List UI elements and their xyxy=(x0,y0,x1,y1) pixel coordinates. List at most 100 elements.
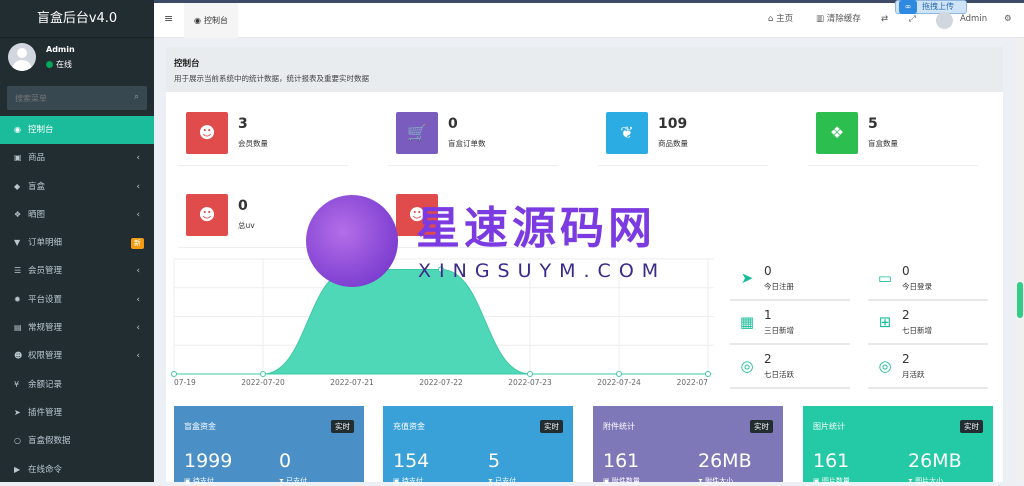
box-sub-label: 附件大小 xyxy=(705,477,734,485)
sidebar-item[interactable]: ✹ 平台设置 ‹ xyxy=(0,286,154,314)
dropbox-icon: ❖ xyxy=(14,209,22,219)
home-label: 主页 xyxy=(776,14,794,24)
terminal-icon: ▶ xyxy=(14,464,21,474)
sidebar-item-label: 余额记录 xyxy=(28,379,63,390)
box-title: 图片统计 xyxy=(813,422,845,431)
box-sub-primary: ▣ 图片数量 xyxy=(813,476,850,486)
mini-stat-value: 0 xyxy=(764,264,772,278)
sidebar-item-label: 常规管理 xyxy=(28,323,63,334)
box-sub-icon: ▣ xyxy=(393,477,402,485)
x-tick-label: 2022-07-20 xyxy=(241,378,285,387)
users-icon: ☻ xyxy=(14,351,23,361)
sidebar-item-label: 订单明细 xyxy=(28,238,63,249)
mini-stat-value: 2 xyxy=(902,352,910,366)
x-tick-label: 2022-07-23 xyxy=(508,378,552,387)
sidebar-item-label: 会员管理 xyxy=(28,266,63,277)
box-value-primary: 161 xyxy=(813,450,850,472)
sidebar-item-label: 控制台 xyxy=(28,125,54,135)
list-icon: ☰ xyxy=(14,266,22,276)
sidebar-item[interactable]: ¥ 余额记录 xyxy=(0,371,154,399)
x-tick-label: 2022-07-24 xyxy=(597,378,641,387)
data-point[interactable] xyxy=(616,371,622,377)
fullscreen-icon[interactable]: ⤢ xyxy=(909,3,916,38)
sidebar-item[interactable]: ▶ 在线命令 xyxy=(0,456,154,484)
scrollbar[interactable] xyxy=(1016,38,1024,482)
home-link[interactable]: ⌂ 主页 xyxy=(768,3,793,38)
app-title[interactable]: 盲盒后台v4.0 xyxy=(0,0,154,38)
data-point[interactable] xyxy=(171,371,177,377)
sidebar-item[interactable]: ○ 盲盒假数据 xyxy=(0,427,154,455)
page-header: 控制台 用于展示当前系统中的统计数据，统计报表及重要实时数据 xyxy=(166,47,1003,92)
mini-stat-value: 2 xyxy=(902,308,910,322)
box-title: 附件统计 xyxy=(603,422,635,431)
mini-stat-value: 2 xyxy=(764,352,772,366)
watermark-subtext: XINGSUYM.COM xyxy=(418,260,667,282)
sidebar-item-label: 平台设置 xyxy=(28,294,63,305)
sidebar-item-label: 插件管理 xyxy=(28,407,63,418)
sidebar-item[interactable]: ◆ 盲盒 ‹ xyxy=(0,173,154,201)
box-sub-label: 图片大小 xyxy=(915,477,944,485)
language-icon[interactable]: ⇄ xyxy=(881,3,888,38)
box-value-primary: 161 xyxy=(603,450,640,472)
x-tick-label: 07-19 xyxy=(174,378,196,387)
shopping-bag-icon: ▣ xyxy=(14,153,22,163)
sidebar-item-label: 在线命令 xyxy=(28,464,63,475)
user-name: Admin xyxy=(46,45,75,54)
sidebar-item-label: 商品 xyxy=(28,153,46,164)
clear-cache-button[interactable]: ▥ 清除缓存 xyxy=(816,3,861,38)
menu-toggle-icon[interactable]: ≡ xyxy=(164,12,173,25)
summary-box: 盲盒资金 实时 1999 0 ▣ 待支付 ⧗ 已支付 xyxy=(174,406,364,485)
sidebar-item[interactable]: ☻ 权限管理 ‹ xyxy=(0,342,154,370)
sidebar-item[interactable]: ▣ 商品 ‹ xyxy=(0,144,154,172)
box-sub-secondary: ⧗ 附件大小 xyxy=(698,476,733,486)
stat-label: 商品数量 xyxy=(658,139,688,148)
sidebar: 盲盒后台v4.0 Admin 在线 ⌕ ◉ 控制台 ▣ 商品 ‹ ◆ 盲盒 ‹ ❖ 晒图 ‹ ▼ 订单明… xyxy=(0,0,154,482)
circle-icon: ○ xyxy=(14,436,21,446)
scrollbar-thumb[interactable] xyxy=(1017,282,1023,318)
data-point[interactable] xyxy=(527,371,533,377)
avatar xyxy=(8,43,36,71)
online-dot-icon xyxy=(46,61,53,68)
settings-gear-icon[interactable]: ⚙ xyxy=(1004,3,1012,38)
mini-stat: ◎ 2 七日活跃 xyxy=(730,347,850,389)
sidebar-item[interactable]: ▼ 订单明细 新 xyxy=(0,229,154,257)
chevron-left-icon: ‹ xyxy=(136,294,140,305)
sidebar-item[interactable]: ➤ 插件管理 xyxy=(0,399,154,427)
user-circle-icon: ◎ xyxy=(740,357,754,375)
tab-dashboard[interactable]: ◉ 控制台 xyxy=(184,3,238,38)
search-input[interactable] xyxy=(7,86,147,110)
dashboard-icon: ◉ xyxy=(14,125,21,134)
user-panel: Admin 在线 xyxy=(0,38,154,80)
data-point[interactable] xyxy=(260,371,266,377)
cart-icon: 🛒 xyxy=(396,112,438,154)
box-value-secondary: 26MB xyxy=(908,450,962,472)
box-sub-label: 图片数量 xyxy=(821,477,850,485)
tab-label: 控制台 xyxy=(203,16,228,25)
mini-stat: ➤ 0 今日注册 xyxy=(730,259,850,301)
box-title: 盲盒资金 xyxy=(184,422,216,431)
sidebar-item-label: 盲盒假数据 xyxy=(28,436,71,447)
mini-stat-label: 今日登录 xyxy=(902,282,932,291)
data-point[interactable] xyxy=(705,371,711,377)
sidebar-item[interactable]: ▤ 常规管理 ‹ xyxy=(0,314,154,342)
home-icon: ⌂ xyxy=(768,14,774,24)
user-circle-icon: ◎ xyxy=(878,357,892,375)
mini-stat-label: 三日新增 xyxy=(764,326,794,335)
stat-card: 🛒 0 盲盒订单数 xyxy=(388,104,558,166)
cube-icon: ◆ xyxy=(14,181,21,191)
chevron-left-icon: ‹ xyxy=(136,323,140,334)
sidebar-item[interactable]: ◉ 控制台 xyxy=(0,116,154,145)
admin-menu[interactable]: Admin xyxy=(960,3,987,38)
sidebar-item[interactable]: ❖ 晒图 ‹ xyxy=(0,201,154,229)
stat-card: ❖ 5 盲盒数量 xyxy=(808,104,978,166)
clear-cache-label: 清除缓存 xyxy=(826,14,861,24)
top-avatar[interactable] xyxy=(936,12,953,29)
stat-label: 盲盒订单数 xyxy=(448,139,486,148)
yen-icon: ¥ xyxy=(14,379,20,389)
search-icon[interactable]: ⌕ xyxy=(134,92,139,102)
box-value-secondary: 0 xyxy=(279,450,292,472)
calendar-icon: ▦ xyxy=(739,313,755,331)
box-value-secondary: 5 xyxy=(488,450,501,472)
sidebar-item[interactable]: ☰ 会员管理 ‹ xyxy=(0,257,154,285)
box-sub-label: 附件数量 xyxy=(611,477,640,485)
